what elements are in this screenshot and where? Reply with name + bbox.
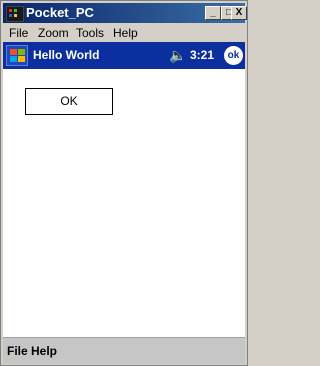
ok-icon[interactable]: ok [224, 46, 243, 65]
clock[interactable]: 3:21 [190, 48, 214, 62]
nav-title: Hello World [33, 48, 100, 62]
minimize-button[interactable]: _ [205, 6, 221, 20]
softkey-file[interactable]: File [7, 344, 28, 358]
soft-key-bar: File Help [3, 337, 245, 364]
softkey-help[interactable]: Help [31, 344, 57, 358]
menu-zoom[interactable]: Zoom [38, 26, 69, 40]
menu-file[interactable]: File [9, 26, 28, 40]
emulator-menu-bar: File Zoom Tools Help [3, 24, 245, 42]
close-button[interactable]: X [231, 6, 247, 20]
app-icon [6, 6, 24, 22]
title-bar[interactable]: Pocket_PC _ □ X [3, 3, 247, 23]
navigation-bar: Hello World 🔈 3:21 ok [3, 42, 245, 69]
emulator-window: Pocket_PC _ □ X File Zoom Tools Help Hel… [0, 0, 248, 366]
windows-start-icon[interactable] [6, 45, 28, 66]
window-title: Pocket_PC [26, 5, 94, 20]
speaker-icon[interactable]: 🔈 [169, 48, 186, 62]
content-area: OK [3, 69, 245, 337]
ok-button[interactable]: OK [25, 88, 113, 115]
menu-tools[interactable]: Tools [76, 26, 104, 40]
menu-help[interactable]: Help [113, 26, 138, 40]
